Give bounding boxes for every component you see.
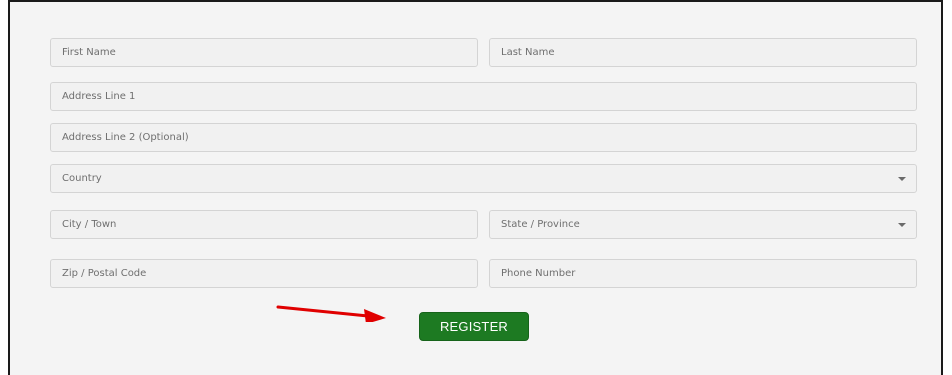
zip-input[interactable] [62,260,467,287]
country-select-value: Country [62,173,102,184]
city-field[interactable] [50,210,478,239]
last-name-field[interactable] [489,38,917,67]
register-button[interactable]: REGISTER [419,312,529,341]
address-line-1-field[interactable] [50,82,917,111]
zip-field[interactable] [50,259,478,288]
address-line-1-input[interactable] [62,83,906,110]
phone-input[interactable] [501,260,906,287]
phone-field[interactable] [489,259,917,288]
chevron-down-icon [898,176,906,181]
first-name-input[interactable] [62,39,467,66]
address-line-2-field[interactable] [50,123,917,152]
country-select[interactable]: Country [50,164,917,193]
state-select[interactable]: State / Province [489,210,917,239]
last-name-input[interactable] [501,39,906,66]
address-line-2-input[interactable] [62,124,906,151]
first-name-field[interactable] [50,38,478,67]
chevron-down-icon [898,222,906,227]
red-arrow-icon [276,305,386,322]
city-input[interactable] [62,211,467,238]
state-select-value: State / Province [501,219,580,230]
